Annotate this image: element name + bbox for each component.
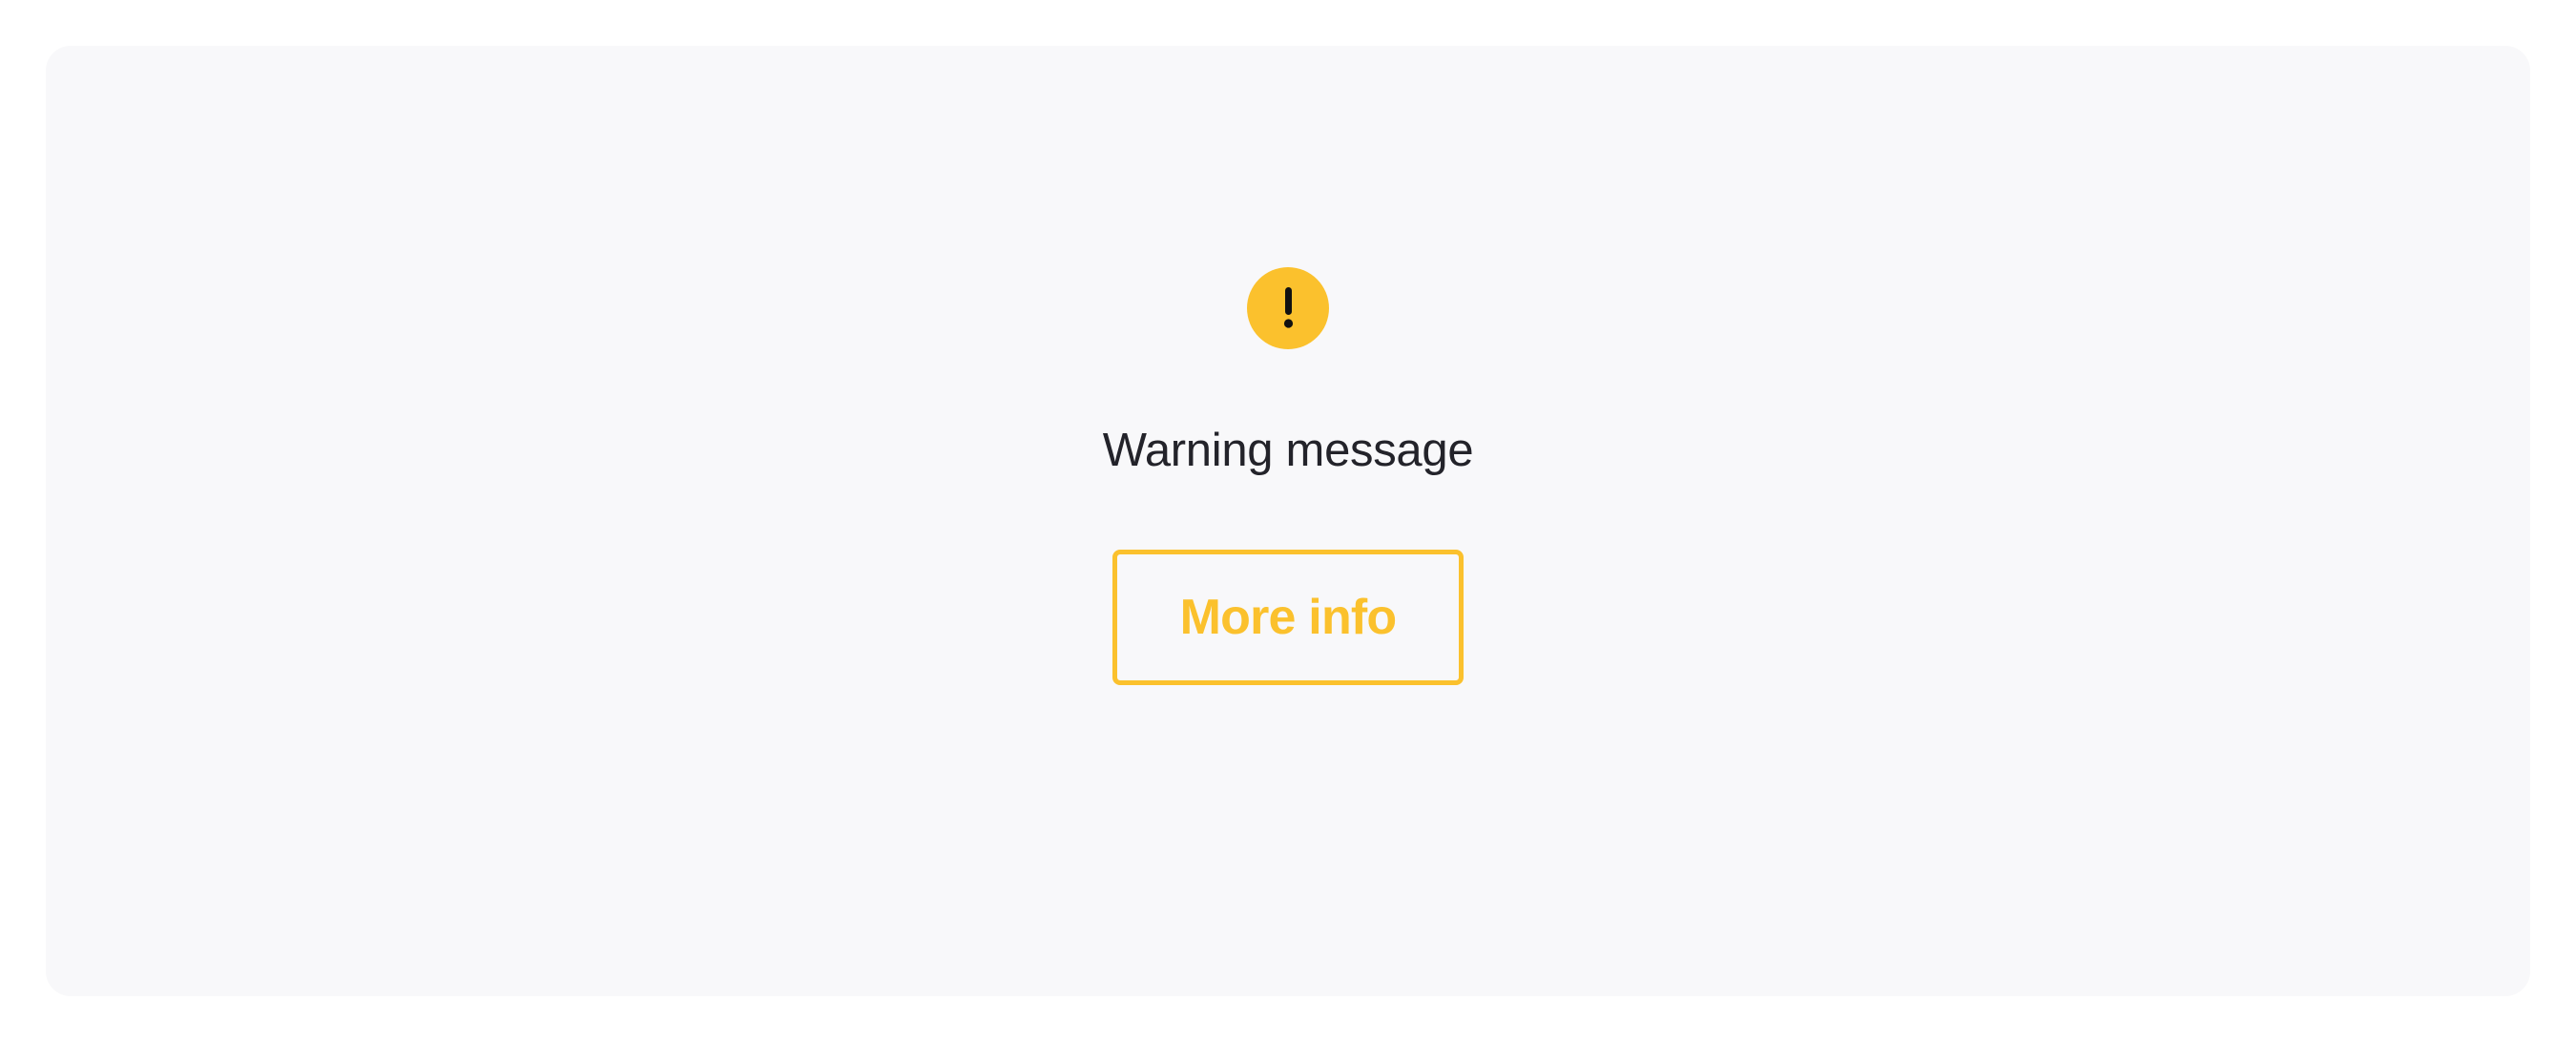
warning-message: Warning message — [1102, 425, 1474, 476]
warning-content: Warning message More info — [46, 267, 2530, 685]
exclamation-icon — [1247, 267, 1329, 349]
warning-panel: Warning message More info — [46, 46, 2530, 996]
more-info-button[interactable]: More info — [1112, 550, 1464, 685]
exclamation-glyph — [1283, 287, 1294, 328]
